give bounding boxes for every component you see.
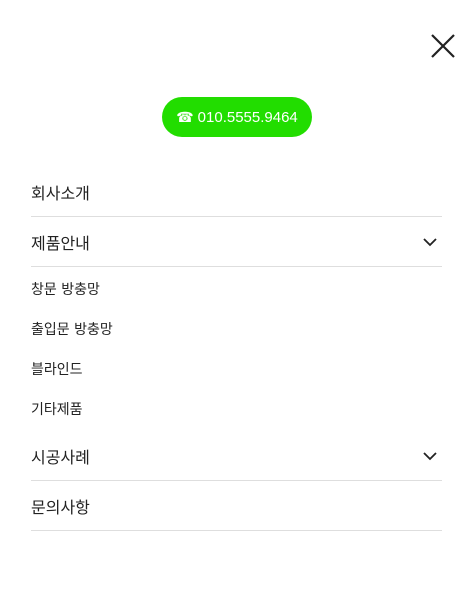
- nav-item-cases[interactable]: 시공사례: [31, 431, 442, 481]
- nav-item-company[interactable]: 회사소개: [31, 167, 442, 217]
- phone-icon: ☎: [176, 108, 194, 125]
- phone-call-button[interactable]: ☎ 010.5555.9464: [162, 97, 312, 137]
- nav-item-label: 회사소개: [31, 183, 90, 203]
- submenu-item-blind[interactable]: 블라인드: [31, 349, 442, 389]
- submenu-item-door-screen[interactable]: 출입문 방충망: [31, 309, 442, 349]
- phone-number: 010.5555.9464: [197, 108, 298, 126]
- chevron-down-icon: [423, 451, 437, 460]
- close-button[interactable]: [430, 33, 456, 59]
- nav-item-label: 시공사례: [31, 447, 90, 467]
- close-icon: [431, 34, 455, 58]
- submenu-item-other[interactable]: 기타제품: [31, 389, 442, 429]
- submenu-item-label: 창문 방충망: [31, 282, 100, 298]
- products-submenu: 창문 방충망 출입문 방충망 블라인드 기타제품: [31, 267, 442, 431]
- submenu-item-window-screen[interactable]: 창문 방충망: [31, 269, 442, 309]
- nav-item-inquiry[interactable]: 문의사항: [31, 481, 442, 531]
- main-nav: 회사소개 제품안내 창문 방충망 출입문 방충망 블라인드 기타제품 시공사례 …: [31, 167, 442, 531]
- nav-item-label: 제품안내: [31, 233, 90, 253]
- nav-item-products[interactable]: 제품안내: [31, 217, 442, 267]
- submenu-item-label: 블라인드: [31, 362, 83, 378]
- submenu-item-label: 기타제품: [31, 402, 83, 418]
- submenu-item-label: 출입문 방충망: [31, 322, 113, 338]
- chevron-down-icon: [423, 237, 437, 246]
- nav-item-label: 문의사항: [31, 497, 90, 517]
- mobile-menu-panel: ☎ 010.5555.9464 회사소개 제품안내 창문 방충망 출입문 방충망: [0, 0, 474, 613]
